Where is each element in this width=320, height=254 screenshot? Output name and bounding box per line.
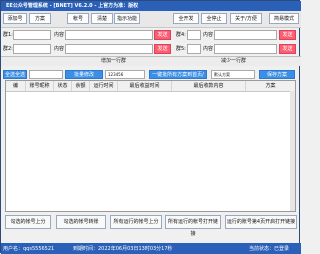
table-header: 编 账号昵称 状态 余额 运行时间 最后收益时间 最后收款内容 方案 xyxy=(6,81,295,92)
select-all-button[interactable]: 全选全选 xyxy=(3,70,27,79)
group-label: 群5: xyxy=(176,46,186,52)
value-input[interactable]: 123456 xyxy=(105,70,145,79)
col-runtime: 运行时间 xyxy=(90,81,118,91)
toolbar: 添加号 方案 帐号 清楚 指示功能 全开发 全停止 关于/方便 简易模式 xyxy=(1,11,301,28)
title-bar: EE公众号管理系统 - [BNET] V6.2.0 - 上官方为准：版权 xyxy=(1,1,301,11)
status-expiry: 到期时间：2022年06月03日13时03分17秒 xyxy=(73,246,173,252)
send-button[interactable]: 发送 xyxy=(279,44,296,54)
content-input[interactable] xyxy=(65,30,153,40)
col-nickname: 账号昵称 xyxy=(26,81,54,91)
group-input[interactable] xyxy=(187,30,201,40)
content-label: 内容 xyxy=(54,32,65,38)
batch-scheme-button[interactable]: 一键批所有方案到首页/指定区 xyxy=(149,70,207,86)
window-title: EE公众号管理系统 - [BNET] V6.2.0 - 上官方为准：版权 xyxy=(6,3,139,9)
group-input[interactable] xyxy=(13,44,51,54)
running-accounts-page4-open-link-button[interactable]: 运行的账号第4页开启打开链接 xyxy=(225,215,297,229)
send-button[interactable]: 发送 xyxy=(154,30,171,40)
add-remove-row-bar: 增加一行群 减少一行群 xyxy=(1,56,301,66)
table-scrollbar[interactable] xyxy=(290,91,295,211)
clear-button[interactable]: 清楚 xyxy=(91,13,113,24)
send-button[interactable]: 发送 xyxy=(154,44,171,54)
app-window: EE公众号管理系统 - [BNET] V6.2.0 - 上官方为准：版权 添加号… xyxy=(0,0,301,254)
save-scheme-button[interactable]: 保存方案 xyxy=(259,70,295,79)
col-balance: 余额 xyxy=(72,81,90,91)
content-label: 内容 xyxy=(203,32,214,38)
status-user: 用户名：qqs5556521 xyxy=(3,246,55,252)
about-button[interactable]: 关于/方便 xyxy=(230,13,262,24)
running-accounts-open-link-button[interactable]: 所有运行的帐号打开链接 xyxy=(165,215,221,237)
group-input[interactable] xyxy=(187,44,201,54)
stop-all-button[interactable]: 全停止 xyxy=(201,13,227,24)
add-row-link[interactable]: 增加一行群 xyxy=(101,57,126,66)
send-row-1: 群1: 内容 发送 群4: 内容 发送 xyxy=(1,28,301,42)
col-last-income-time: 最后收益时间 xyxy=(118,81,172,91)
col-index: 编 xyxy=(6,81,26,91)
content-input[interactable] xyxy=(214,30,277,40)
account-select-input[interactable] xyxy=(29,70,63,79)
account-button[interactable]: 帐号 xyxy=(67,13,89,24)
remove-row-link[interactable]: 减少一行群 xyxy=(221,57,246,66)
content-input[interactable] xyxy=(65,44,153,54)
scheme-button[interactable]: 方案 xyxy=(29,13,51,24)
batch-edit-button[interactable]: 批量修改 xyxy=(65,70,103,79)
simple-mode-button[interactable]: 简易模式 xyxy=(269,13,299,24)
guide-button[interactable]: 指示功能 xyxy=(114,13,140,24)
send-button[interactable]: 发送 xyxy=(279,30,296,40)
col-last-income-content: 最后收款内容 xyxy=(172,81,246,91)
group-label: 群4: xyxy=(176,32,186,38)
running-accounts-score-button[interactable]: 所有运行的帐号上分 xyxy=(110,215,162,229)
start-all-button[interactable]: 全开发 xyxy=(173,13,199,24)
add-account-button[interactable]: 添加号 xyxy=(3,13,27,24)
accounts-table[interactable]: 编 账号昵称 状态 余额 运行时间 最后收益时间 最后收款内容 方案 xyxy=(5,80,296,212)
group-label: 群2: xyxy=(3,46,13,52)
checked-accounts-transfer-button[interactable]: 勾选的帐号转账 xyxy=(56,215,106,229)
send-row-2: 群2: 内容 发送 群5: 内容 发送 xyxy=(1,42,301,56)
status-bar: 用户名：qqs5556521 到期时间：2022年06月03日13时03分17秒… xyxy=(1,243,301,254)
col-status: 状态 xyxy=(54,81,72,91)
group-input[interactable] xyxy=(13,30,51,40)
scheme-dropdown[interactable]: 默认方案 xyxy=(211,70,255,79)
content-label: 内容 xyxy=(203,46,214,52)
status-state: 当前状态：已登录 xyxy=(249,246,290,252)
checked-accounts-score-button[interactable]: 勾选的帐号上分 xyxy=(5,215,51,229)
col-scheme: 方案 xyxy=(265,83,276,89)
content-input[interactable] xyxy=(214,44,277,54)
group-label: 群1: xyxy=(3,32,13,38)
content-label: 内容 xyxy=(54,46,65,52)
